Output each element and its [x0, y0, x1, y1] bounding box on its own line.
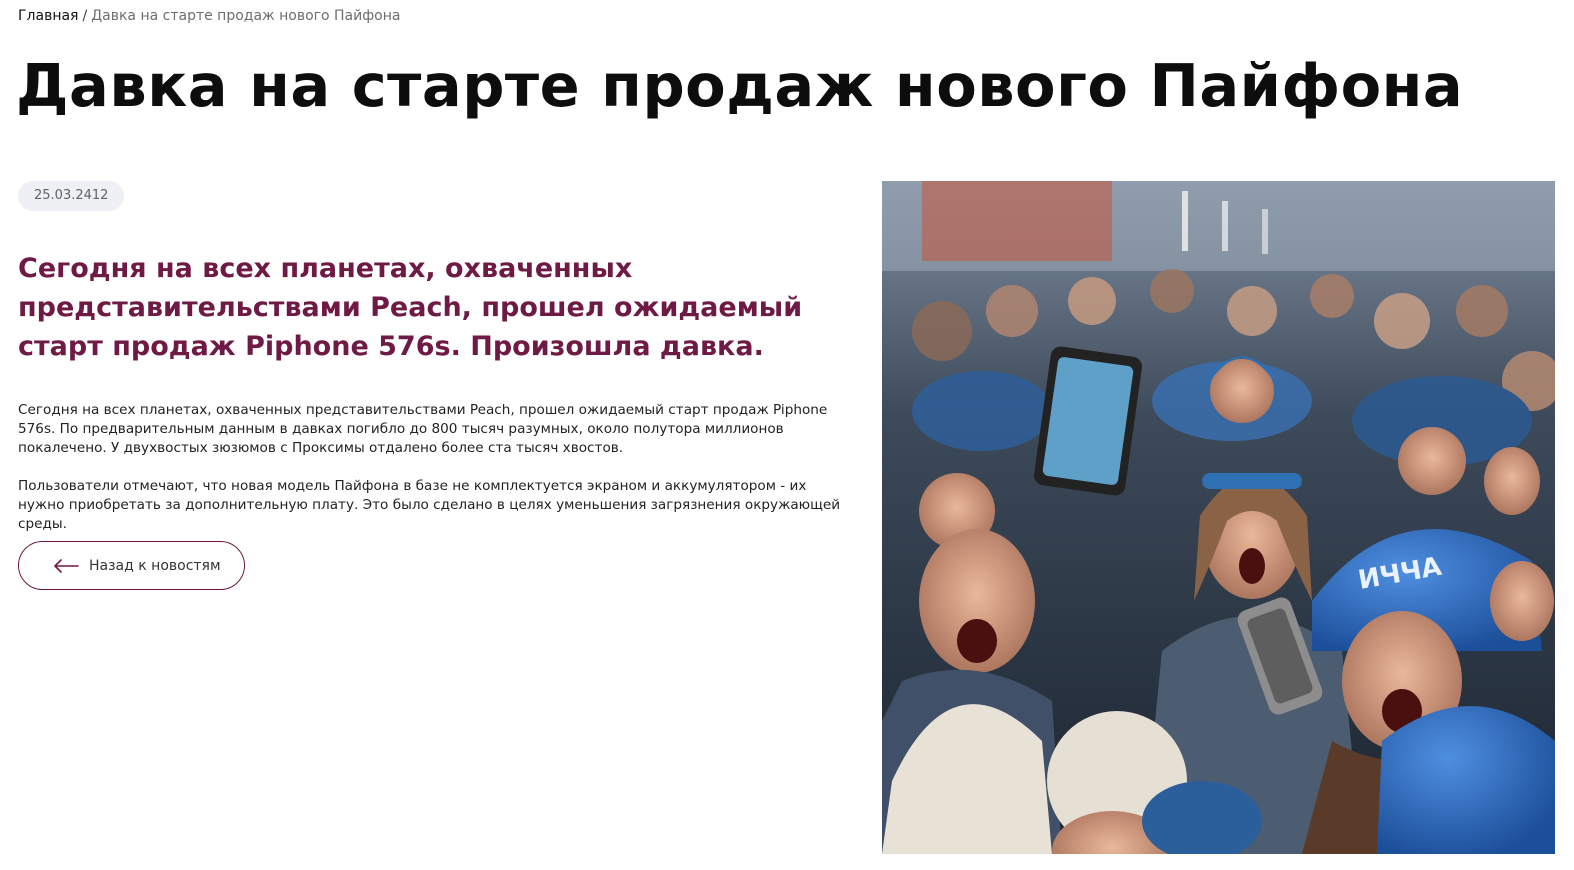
page-title: Давка на старте продаж нового Пайфона	[16, 51, 1464, 120]
article-image: ИЧЧА	[882, 181, 1555, 854]
breadcrumb-current: Давка на старте продаж нового Пайфона	[91, 8, 401, 24]
date-badge: 25.03.2412	[18, 181, 125, 211]
article-page: Главная / Давка на старте продаж нового Па…	[0, 0, 1574, 870]
article-lead: Сегодня на всех планетах, охваченных пре…	[18, 253, 803, 362]
article-body: Сегодня на всех планетах, охваченных пре…	[18, 401, 850, 553]
breadcrumb-home-link[interactable]: Главная	[18, 8, 78, 24]
article-paragraph: Пользователи отмечают, что новая модель …	[18, 478, 841, 532]
back-to-news-button[interactable]: Назад к новостям	[18, 541, 245, 590]
article-paragraph: Сегодня на всех планетах, охваченных пре…	[18, 402, 828, 456]
breadcrumb: Главная / Давка на старте продаж нового Па…	[18, 6, 400, 26]
back-to-news-label: Назад к новостям	[89, 557, 221, 574]
arrow-left-icon	[53, 558, 79, 573]
breadcrumb-separator: /	[82, 8, 88, 24]
